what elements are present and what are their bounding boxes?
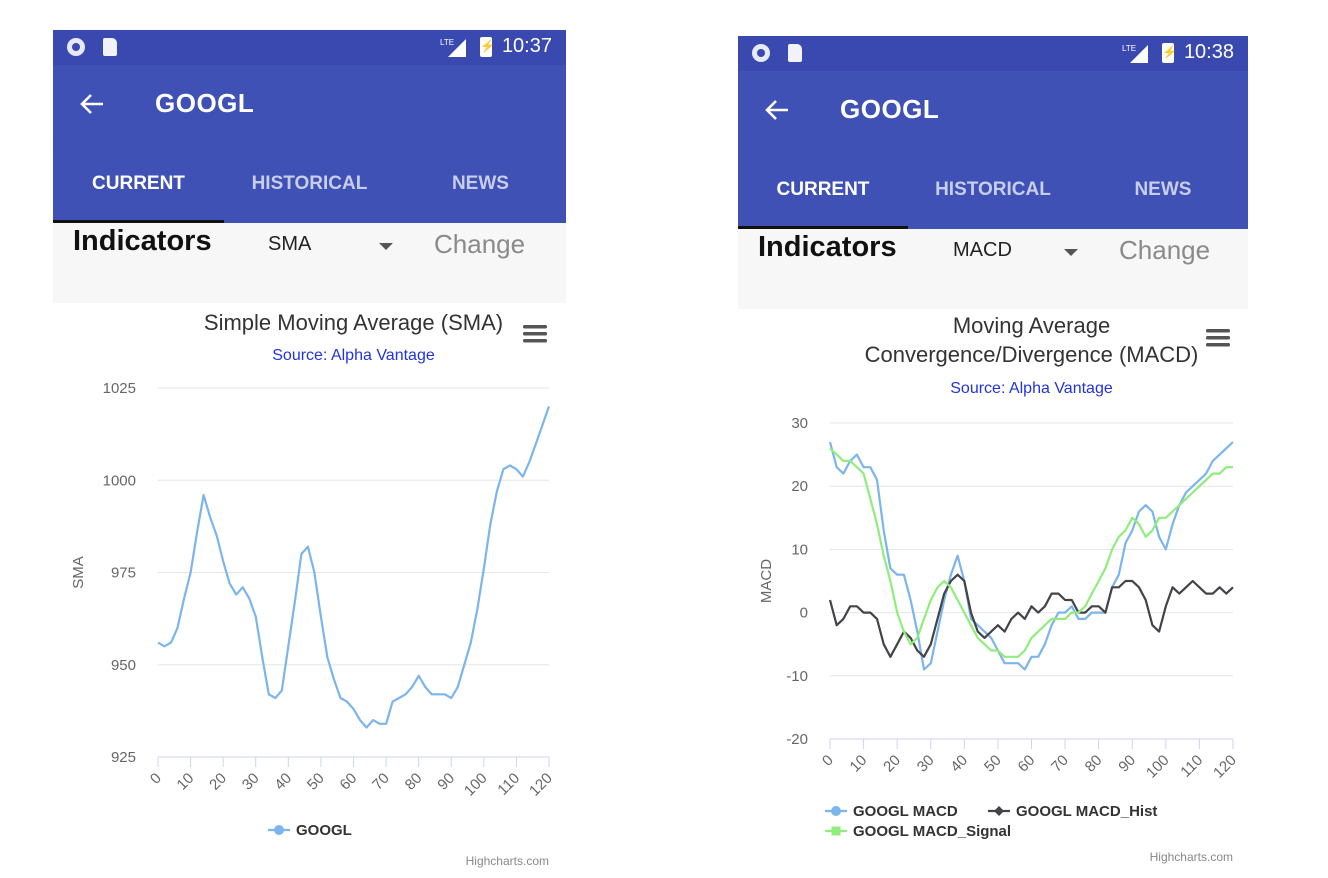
chart-subtitle: Source: Alpha Vantage: [950, 380, 1113, 397]
x-tick-label: 60: [1015, 752, 1039, 776]
chart-credits: Highcharts.com: [1150, 850, 1233, 864]
legend-item: GOOGL MACD_Signal: [853, 823, 1011, 840]
x-tick-label: 50: [304, 770, 328, 794]
chart-subtitle: Source: Alpha Vantage: [272, 347, 435, 364]
hamburger-menu-icon: [1206, 336, 1230, 340]
legend-marker: [831, 806, 841, 816]
hamburger-menu-icon: [523, 325, 547, 329]
x-tick-label: 50: [981, 752, 1005, 776]
x-tick-label: 0: [147, 770, 165, 788]
x-tick-label: 30: [239, 770, 263, 794]
hamburger-menu-icon: [1206, 343, 1230, 347]
x-tick-label: 20: [880, 752, 904, 776]
y-tick-label: 10: [791, 541, 808, 558]
x-tick-label: 0: [819, 752, 837, 770]
x-tick-label: 40: [947, 752, 971, 776]
x-tick-label: 90: [434, 770, 458, 794]
x-tick-label: 80: [1082, 752, 1106, 776]
chart-title: Convergence/Divergence (MACD): [865, 342, 1199, 367]
hamburger-menu-icon: [523, 332, 547, 336]
x-tick-label: 10: [174, 770, 198, 794]
x-tick-label: 120: [526, 770, 556, 800]
legend-item: GOOGL: [296, 822, 352, 839]
x-tick-label: 70: [369, 770, 393, 794]
y-tick-label: -10: [786, 668, 808, 685]
chart-title: Simple Moving Average (SMA): [204, 310, 503, 335]
x-tick-label: 90: [1115, 752, 1139, 776]
y-tick-label: 925: [111, 749, 136, 766]
y-tick-label: 1025: [103, 380, 136, 397]
chart-title: Moving Average: [953, 313, 1110, 338]
legend-marker: [274, 825, 284, 835]
chart-credits: Highcharts.com: [466, 854, 549, 868]
y-tick-label: 20: [791, 478, 808, 495]
x-tick-label: 100: [461, 770, 491, 800]
x-tick-label: 120: [1210, 752, 1240, 782]
hamburger-menu-icon: [523, 339, 547, 343]
hamburger-menu-icon: [1206, 329, 1230, 333]
x-tick-label: 40: [271, 770, 295, 794]
x-tick-label: 70: [1048, 752, 1072, 776]
x-tick-label: 60: [337, 770, 361, 794]
y-tick-label: 975: [111, 565, 136, 582]
legend-item: GOOGL MACD: [853, 803, 958, 820]
series-line-2: [829, 447, 1233, 658]
y-tick-label: 30: [791, 415, 808, 432]
x-tick-label: 110: [494, 770, 523, 799]
series-line-0: [828, 441, 1234, 671]
y-tick-label: -20: [786, 731, 808, 748]
x-tick-label: 10: [847, 752, 871, 776]
x-tick-label: 100: [1143, 752, 1173, 782]
y-tick-label: 1000: [103, 472, 136, 489]
macd-chart: Moving Average Convergence/Divergence (MA…: [758, 313, 1240, 864]
screen-sma: LTE 10:37 GOOGL CURRENT HISTORICAL NEWS …: [53, 30, 566, 878]
screen-macd: LTE 10:38 GOOGL CURRENT HISTORICAL NEWS …: [738, 36, 1248, 878]
sma-chart: Simple Moving Average (SMA) Source: Alpha…: [70, 310, 556, 868]
y-tick-label: 0: [800, 605, 808, 622]
legend-marker: [994, 806, 1004, 816]
series-line-1: [828, 573, 1234, 658]
x-tick-label: 80: [402, 770, 426, 794]
x-tick-label: 20: [206, 770, 230, 794]
y-tick-label: 950: [111, 657, 136, 674]
x-tick-label: 110: [1177, 752, 1206, 781]
x-tick-label: 30: [914, 752, 938, 776]
y-axis-title: MACD: [758, 559, 775, 603]
series-line-0: [157, 406, 551, 729]
y-axis-title: SMA: [70, 556, 87, 589]
legend-item: GOOGL MACD_Hist: [1016, 803, 1157, 820]
legend-marker: [831, 826, 841, 836]
